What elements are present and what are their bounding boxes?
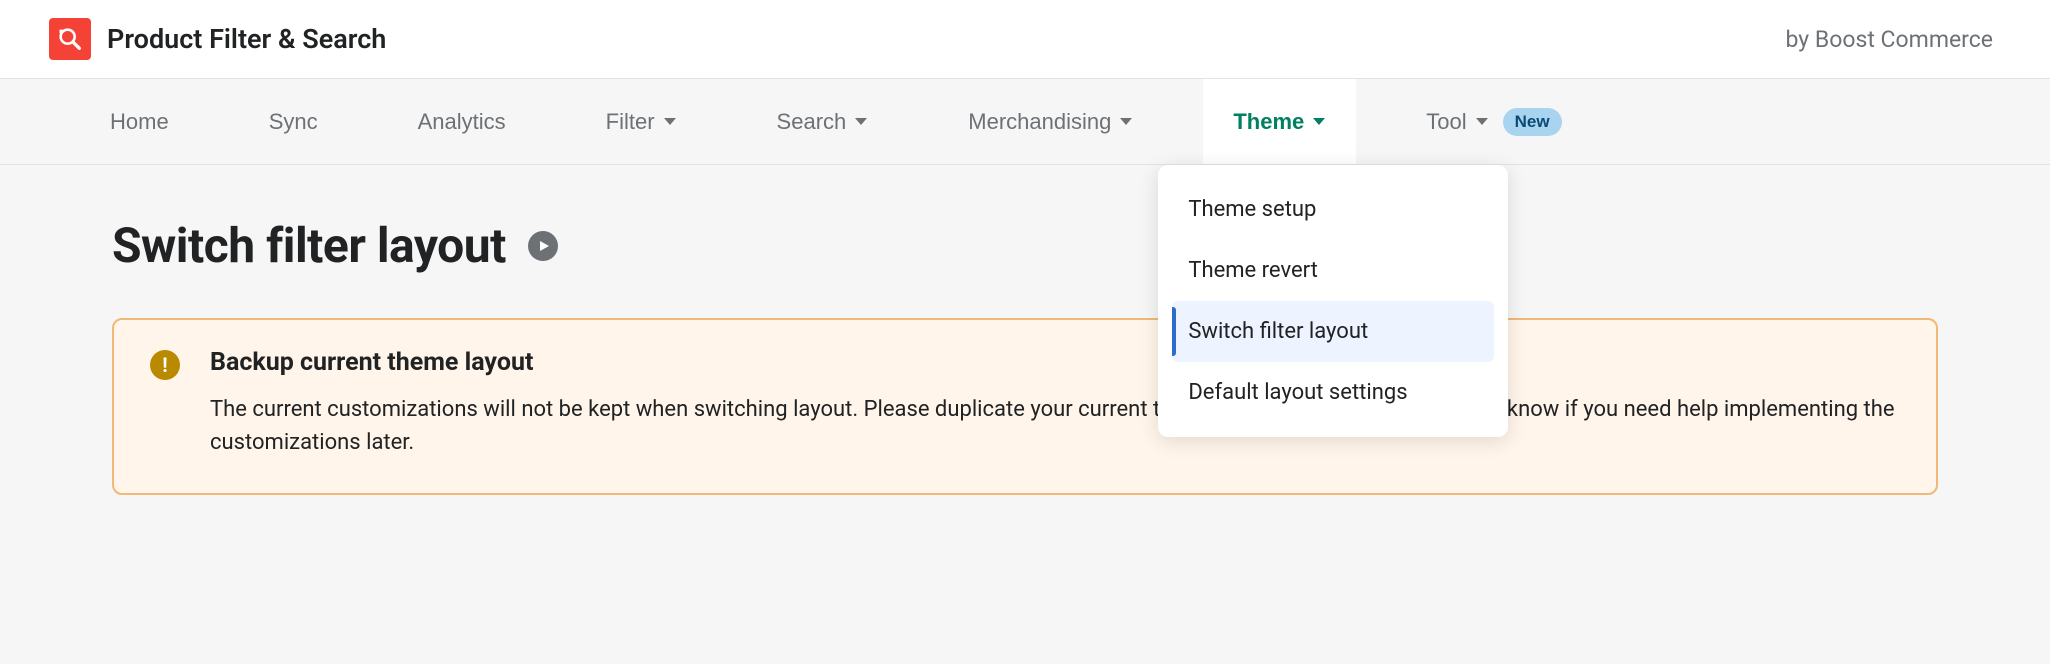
warning-title: Backup current theme layout <box>210 348 1900 377</box>
brand: Product Filter & Search <box>49 18 386 60</box>
nav-theme[interactable]: Theme <box>1203 79 1356 164</box>
chevron-down-icon <box>1475 117 1489 127</box>
main-nav: Home Sync Analytics Filter Search Mercha… <box>0 79 2050 165</box>
nav-merchandising-label: Merchandising <box>968 109 1111 135</box>
backup-warning-banner: ! Backup current theme layout The curren… <box>112 318 1938 495</box>
warning-text: The current customizations will not be k… <box>210 393 1900 459</box>
nav-tool-label: Tool <box>1426 109 1466 135</box>
app-logo-icon <box>49 18 91 60</box>
nav-filter[interactable]: Filter <box>576 79 707 164</box>
theme-menu-switch-layout[interactable]: Switch filter layout <box>1172 301 1494 362</box>
nav-analytics-label: Analytics <box>418 109 506 135</box>
app-header: Product Filter & Search by Boost Commerc… <box>0 0 2050 79</box>
page-title-row: Switch filter layout <box>112 217 1938 274</box>
theme-dropdown: Theme setup Theme revert Switch filter l… <box>1158 165 1508 437</box>
nav-sync-label: Sync <box>269 109 318 135</box>
chevron-down-icon <box>663 117 677 127</box>
page-content: Switch filter layout ! Backup current th… <box>0 165 2050 535</box>
play-icon <box>538 240 550 252</box>
page-title: Switch filter layout <box>112 217 506 274</box>
chevron-down-icon <box>1119 117 1133 127</box>
new-badge: New <box>1503 108 1562 136</box>
app-title: Product Filter & Search <box>107 23 386 55</box>
nav-home-label: Home <box>110 109 169 135</box>
play-video-button[interactable] <box>528 231 558 261</box>
nav-theme-label: Theme <box>1233 109 1304 135</box>
nav-filter-label: Filter <box>606 109 655 135</box>
nav-sync[interactable]: Sync <box>239 79 348 164</box>
chevron-down-icon <box>1312 117 1326 127</box>
chevron-down-icon <box>854 117 868 127</box>
theme-menu-setup[interactable]: Theme setup <box>1172 179 1494 240</box>
nav-analytics[interactable]: Analytics <box>388 79 536 164</box>
nav-home[interactable]: Home <box>80 79 199 164</box>
warning-icon: ! <box>150 350 180 380</box>
theme-menu-default-layout[interactable]: Default layout settings <box>1172 362 1494 423</box>
nav-search-label: Search <box>777 109 847 135</box>
warning-body: Backup current theme layout The current … <box>210 348 1900 459</box>
nav-merchandising[interactable]: Merchandising <box>938 79 1163 164</box>
theme-menu-revert[interactable]: Theme revert <box>1172 240 1494 301</box>
byline: by Boost Commerce <box>1786 26 2001 53</box>
nav-search[interactable]: Search <box>747 79 899 164</box>
nav-tool[interactable]: Tool New <box>1396 79 1591 164</box>
